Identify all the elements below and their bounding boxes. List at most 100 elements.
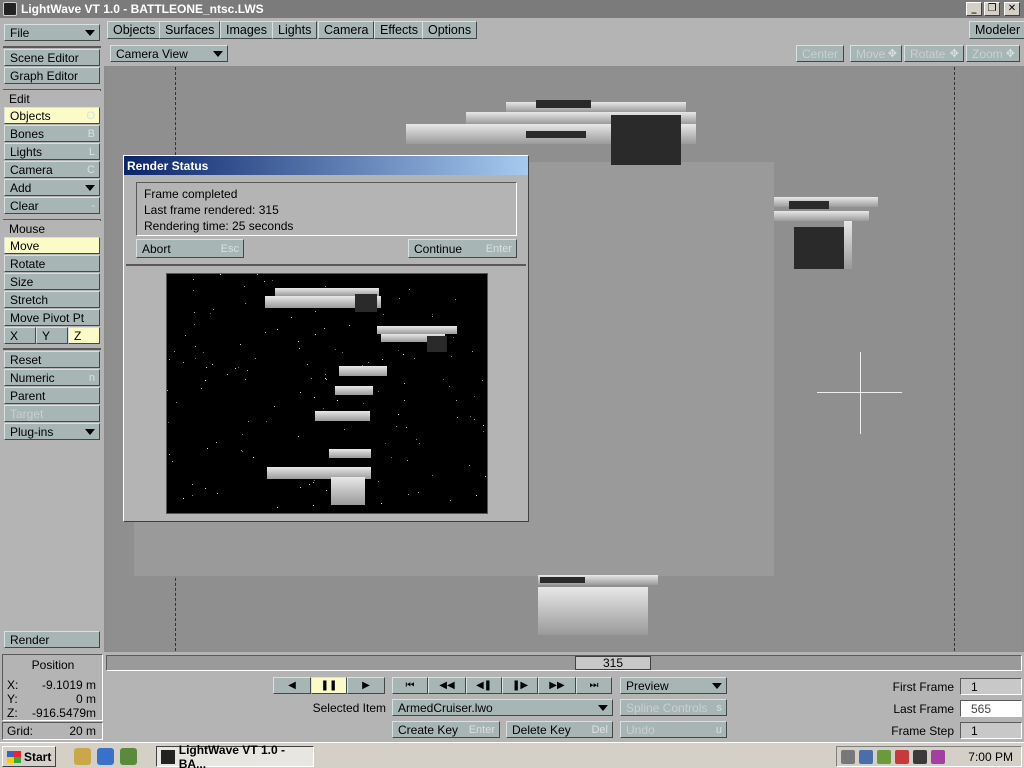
modeler-button[interactable]: Modeler (969, 21, 1024, 39)
move-pivot-button[interactable]: Move Pivot Pt (4, 309, 100, 326)
cruiser-model[interactable] (538, 575, 660, 637)
lights-edit-button[interactable]: Lights L (4, 143, 100, 160)
star-dot (195, 358, 196, 359)
star-dot (205, 488, 206, 489)
restore-button[interactable]: ❐ (984, 2, 1000, 16)
status-line: Frame completed (144, 187, 238, 201)
viewport-move-button[interactable]: Move ✥ (850, 45, 902, 62)
next-frame-button[interactable]: ❚▶ (502, 677, 538, 694)
pause-button[interactable]: ❚❚ (311, 677, 347, 694)
play-reverse-button[interactable]: ◀ (273, 677, 311, 694)
frame-slider-track[interactable]: 315 (106, 655, 1022, 671)
undo-label: Undo (626, 722, 655, 737)
tab-effects[interactable]: Effects (374, 21, 424, 39)
view-type-dropdown[interactable]: Camera View (110, 45, 228, 62)
add-menu[interactable]: Add (4, 179, 100, 196)
task-lightwave[interactable]: LightWave VT 1.0 - BA... (156, 743, 314, 768)
close-button[interactable]: ✕ (1004, 2, 1020, 16)
tab-lights[interactable]: Lights (272, 21, 318, 39)
y-value: 0 m (75, 692, 96, 706)
render-status-dialog: Render Status Frame completed Last frame… (123, 155, 529, 522)
rotate-tool-button[interactable]: Rotate (4, 255, 100, 272)
size-tool-button[interactable]: Size (4, 273, 100, 290)
star-dot (407, 460, 408, 461)
star-dot (193, 279, 194, 280)
undo-button[interactable]: Undo u (620, 721, 727, 738)
frame-step-label: Frame Step (891, 724, 954, 738)
scene-editor-button[interactable]: Scene Editor (4, 49, 100, 66)
plugins-menu[interactable]: Plug-ins (4, 423, 100, 440)
spline-controls-button[interactable]: Spline Controls s (620, 699, 727, 716)
delete-key-button[interactable]: Delete Key Del (506, 721, 613, 738)
start-button[interactable]: Start (2, 746, 56, 767)
frame-step-field[interactable]: 1 (960, 722, 1022, 739)
viewport-rotate-button[interactable]: Rotate ✥ (904, 45, 964, 62)
x-axis-toggle[interactable]: X (4, 327, 36, 344)
star-dot (242, 434, 243, 435)
tray-app-icon[interactable] (931, 749, 945, 764)
star-dot (185, 335, 186, 336)
cruiser-model[interactable] (774, 197, 878, 272)
tab-surfaces[interactable]: Surfaces (159, 21, 221, 39)
chevron-down-icon (213, 50, 223, 57)
tab-camera[interactable]: Camera (318, 21, 375, 39)
internet-explorer-icon[interactable] (97, 748, 114, 765)
target-button[interactable]: Target (4, 405, 100, 422)
graph-editor-button[interactable]: Graph Editor (4, 67, 100, 84)
lightwave-app-icon[interactable] (3, 2, 17, 16)
create-key-button[interactable]: Create Key Enter (392, 721, 500, 738)
play-forward-button[interactable]: ▶ (347, 677, 385, 694)
next-key-button[interactable]: ▶▶ (538, 677, 576, 694)
viewport-zoom-button[interactable]: Zoom ✥ (966, 45, 1020, 62)
render-button[interactable]: Render (4, 631, 100, 648)
last-frame-button[interactable]: ⏭ (576, 677, 612, 694)
star-dot (391, 457, 392, 458)
abort-button[interactable]: Abort Esc (136, 239, 244, 258)
stretch-tool-button[interactable]: Stretch (4, 291, 100, 308)
previous-frame-button[interactable]: ◀❚ (466, 677, 502, 694)
camera-edit-button[interactable]: Camera C (4, 161, 100, 178)
tray-app-icon[interactable] (913, 749, 927, 764)
selected-item-dropdown[interactable]: ArmedCruiser.lwo (392, 699, 613, 716)
continue-button[interactable]: Continue Enter (408, 239, 517, 258)
network-icon[interactable] (859, 749, 873, 764)
previous-key-button[interactable]: ◀◀ (428, 677, 466, 694)
bones-label: Bones (10, 126, 45, 141)
file-label: File (10, 25, 30, 40)
tab-objects[interactable]: Objects (107, 21, 162, 39)
file-menu[interactable]: File (4, 24, 100, 41)
minimize-button[interactable]: _ (966, 2, 982, 16)
outlook-icon[interactable] (120, 748, 137, 765)
show-desktop-icon[interactable] (74, 748, 91, 765)
objects-edit-button[interactable]: Objects O (4, 107, 100, 124)
clear-button[interactable]: Clear - (4, 197, 100, 214)
star-dot (235, 368, 236, 369)
first-frame-button[interactable]: ⏮ (392, 677, 428, 694)
chevron-down-icon (598, 704, 608, 711)
shortcut-key: O (86, 109, 95, 122)
clock[interactable]: 7:00 PM (968, 750, 1013, 764)
first-frame-field[interactable]: 1 (960, 678, 1022, 695)
grid-value: 20 m (69, 724, 96, 738)
y-axis-toggle[interactable]: Y (36, 327, 68, 344)
tray-app-icon[interactable] (877, 749, 891, 764)
volume-icon[interactable] (841, 749, 855, 764)
parent-button[interactable]: Parent (4, 387, 100, 404)
last-frame-field[interactable]: 565 (960, 700, 1022, 717)
frame-slider-handle[interactable]: 315 (575, 656, 651, 670)
move-tool-button[interactable]: Move (4, 237, 100, 254)
star-dot (172, 461, 173, 462)
chevron-down-icon (85, 428, 95, 435)
chevron-down-icon (712, 682, 722, 689)
tab-options[interactable]: Options (422, 21, 478, 39)
numeric-button[interactable]: Numeric n (4, 369, 100, 386)
z-axis-toggle[interactable]: Z (68, 327, 100, 344)
star-dot (213, 309, 214, 310)
reset-button[interactable]: Reset (4, 351, 100, 368)
preview-dropdown[interactable]: Preview (620, 677, 727, 694)
star-dot (325, 374, 326, 375)
tray-app-icon[interactable] (895, 749, 909, 764)
bones-edit-button[interactable]: Bones B (4, 125, 100, 142)
center-button[interactable]: Center (796, 45, 844, 62)
tab-images[interactable]: Images (220, 21, 273, 39)
